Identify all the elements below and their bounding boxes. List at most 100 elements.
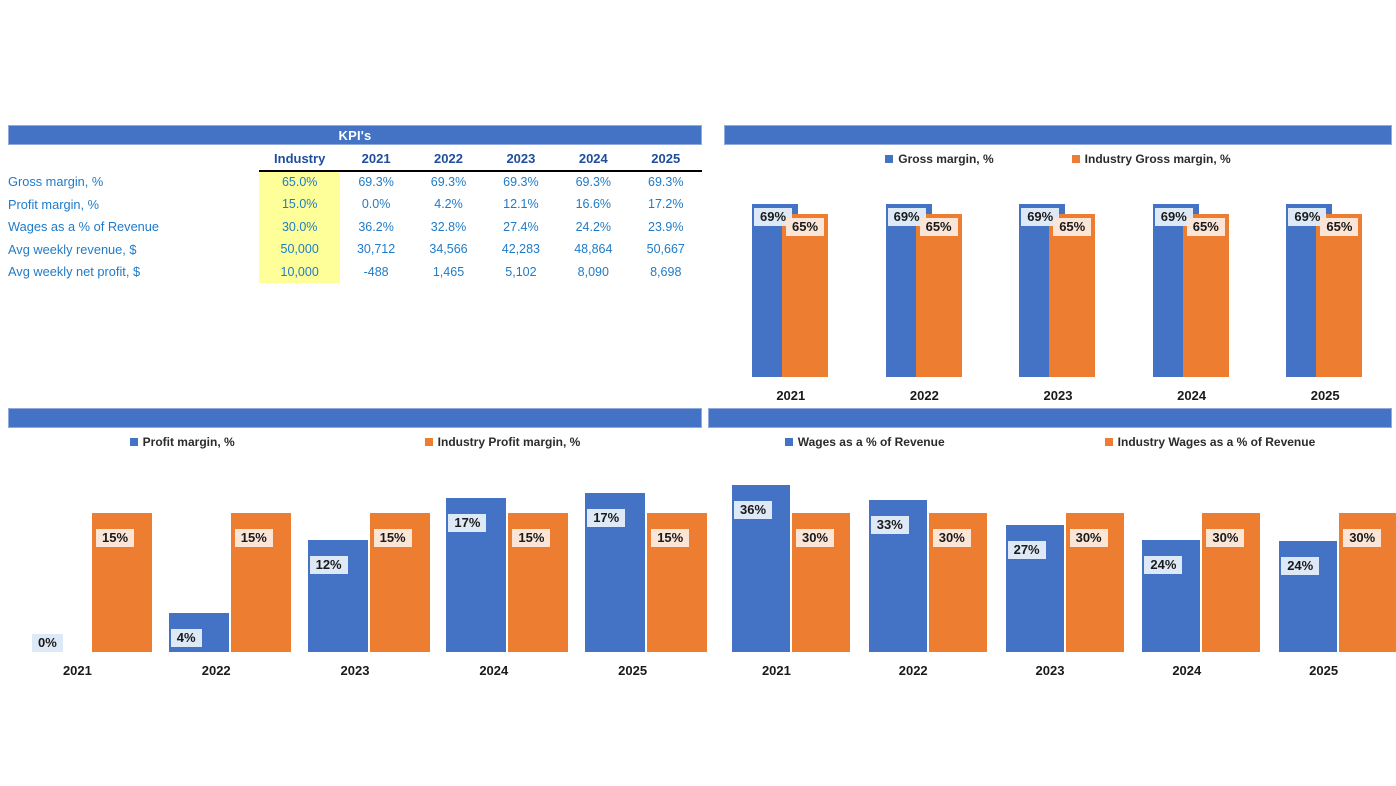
col-header-2021: 2021 [339, 148, 413, 172]
kpi-cell-2022: 1,465 [432, 264, 465, 279]
bar-series-orange[interactable] [1316, 214, 1363, 377]
legend-item-industry-profit-margin[interactable]: Industry Profit margin, % [424, 435, 580, 449]
data-label-orange: 30% [1206, 529, 1245, 547]
wages-plot-area: 36% 30% 2021 33% 30% 2022 27% 30% 2023 24% 30% 2024… [708, 453, 1396, 678]
bar-series-orange[interactable] [1049, 214, 1096, 377]
table-row: Profit margin, % 15.0% 0.0% 4.2% 12.1% 16.6% 1… [8, 193, 702, 216]
data-label-orange: 65% [919, 218, 958, 236]
kpi-cell-2024: 24.2% [575, 219, 612, 234]
legend-item-gross-margin[interactable]: Gross margin, % [885, 152, 994, 166]
kpi-row-label: Avg weekly revenue, $ [8, 241, 137, 257]
gross-margin-legend: Gross margin, % Industry Gross margin, % [724, 152, 1392, 166]
legend-label-wages: Wages as a % of Revenue [797, 435, 945, 449]
data-label-blue: 4% [170, 629, 202, 647]
wages-chart: Wages as a % of Revenue Industry Wages a… [708, 408, 1396, 678]
col-header-2025: 2025 [629, 148, 702, 172]
bar-group: 17% 15% [434, 467, 569, 652]
kpi-cell-2025: 23.9% [648, 219, 684, 234]
kpi-cell-2023: 12.1% [503, 197, 539, 212]
data-label-blue: 33% [870, 516, 909, 534]
kpi-cell-2022: 34,566 [429, 242, 468, 257]
legend-item-wages[interactable]: Wages as a % of Revenue [784, 435, 945, 449]
gross-margin-chart: Gross margin, % Industry Gross margin, %… [724, 125, 1392, 403]
data-label-blue: 0% [32, 634, 63, 652]
data-label-orange: 15% [373, 529, 412, 547]
kpi-cell-2025: 17.2% [648, 197, 684, 212]
legend-item-industry-wages[interactable]: Industry Wages as a % of Revenue [1104, 435, 1315, 449]
legend-label-industry-gross-margin: Industry Gross margin, % [1084, 152, 1231, 166]
data-label-orange: 30% [932, 529, 971, 547]
bar-group: 17% 15% [573, 467, 708, 652]
kpi-cell-2023: 69.3% [503, 175, 539, 190]
kpi-table-grid: Industry 2021 2022 2023 2024 2025 Gross … [8, 148, 702, 283]
table-row: Gross margin, % 65.0% 69.3% 69.3% 69.3% 69.3%… [8, 170, 702, 193]
x-axis-tick-label: 2021 [62, 663, 92, 678]
kpi-row-label: Profit margin, % [8, 196, 100, 212]
data-label-orange: 15% [234, 529, 273, 547]
data-label-blue: 36% [734, 501, 773, 519]
data-label-orange: 15% [96, 529, 135, 547]
x-axis-tick-label: 2023 [1043, 388, 1073, 403]
data-label-orange: 65% [1320, 218, 1359, 236]
data-label-orange: 15% [651, 529, 690, 547]
x-axis-tick-label: 2023 [340, 663, 370, 678]
data-label-blue: 24% [1144, 556, 1183, 574]
kpi-table-body: Gross margin, % 65.0% 69.3% 69.3% 69.3% 69.3%… [8, 170, 702, 283]
kpi-cell-2024: 48,864 [574, 242, 613, 257]
kpi-cell-2022: 69.3% [430, 175, 467, 190]
bar-series-orange[interactable] [782, 214, 828, 377]
legend-swatch-blue-icon [784, 438, 793, 446]
x-axis-tick-label: 2025 [1310, 388, 1340, 403]
bar-group: 69% 65% [1131, 177, 1253, 377]
table-row: Avg weekly revenue, $ 50,000 30,712 34,566 4… [8, 238, 702, 261]
bar-group: 4% 15% [157, 467, 291, 652]
col-header-2022: 2022 [412, 148, 485, 172]
profit-margin-legend: Profit margin, % Industry Profit margin,… [8, 435, 702, 449]
kpi-cell-2025: 69.3% [648, 175, 684, 190]
data-label-orange: 30% [796, 529, 835, 547]
kpi-table: Industry 2021 2022 2023 2024 2025 Gross … [8, 125, 702, 283]
x-axis-tick-label: 2022 [201, 663, 231, 678]
x-axis-tick-label: 2024 [1172, 663, 1202, 678]
legend-item-profit-margin[interactable]: Profit margin, % [129, 435, 235, 449]
kpi-cell-2024: 8,090 [577, 264, 609, 279]
bar-group: 69% 65% [864, 177, 986, 377]
dashboard-page: KPI's Industry 2021 2022 2023 2024 2025 … [0, 0, 1396, 786]
bar-series-orange[interactable] [1182, 214, 1229, 377]
kpi-cell-2023: 5,102 [505, 264, 537, 279]
legend-item-industry-gross-margin[interactable]: Industry Gross margin, % [1071, 152, 1231, 166]
bar-group: 27% 30% [992, 467, 1124, 652]
kpi-cell-2025: 8,698 [650, 264, 682, 279]
bar-group: 24% 30% [1128, 467, 1261, 652]
kpi-cell-2022: 32.8% [430, 219, 467, 234]
data-label-orange: 30% [1343, 529, 1382, 547]
data-label-orange: 65% [786, 218, 825, 236]
x-axis-tick-label: 2024 [1177, 388, 1207, 403]
x-axis-tick-label: 2025 [618, 663, 648, 678]
kpi-cell-2024: 16.6% [575, 197, 612, 212]
gross-margin-plot-area: 69% 65% 2021 69% 65% 2022 69% 65% 2023 69% 65% 2024… [724, 170, 1392, 403]
kpi-cell-industry: 15.0% [259, 193, 340, 216]
bar-series-orange[interactable] [915, 214, 962, 377]
data-label-blue: 17% [587, 509, 626, 527]
kpi-row-label: Wages as a % of Revenue [8, 219, 160, 235]
x-axis-tick-label: 2023 [1035, 663, 1065, 678]
kpi-cell-industry: 10,000 [259, 260, 340, 283]
table-row: Avg weekly net profit, $ 10,000 -488 1,465 5… [8, 260, 702, 283]
kpi-cell-2021: 30,712 [356, 242, 396, 257]
col-header-industry: Industry [259, 148, 340, 172]
legend-label-gross-margin: Gross margin, % [898, 152, 994, 166]
x-axis-tick-label: 2024 [479, 663, 509, 678]
bar-group: 69% 65% [730, 177, 852, 377]
legend-swatch-blue-icon [129, 438, 138, 446]
data-label-orange: 30% [1069, 529, 1108, 547]
data-label-blue: 27% [1007, 541, 1046, 559]
wages-legend: Wages as a % of Revenue Industry Wages a… [708, 435, 1392, 449]
table-row: Wages as a % of Revenue 30.0% 36.2% 32.8% 27… [8, 215, 702, 238]
col-header-blank [8, 148, 259, 171]
data-label-orange: 65% [1186, 218, 1225, 236]
bar-group: 36% 30% [718, 467, 850, 652]
x-axis-tick-label: 2022 [898, 663, 928, 678]
bar-group: 69% 65% [997, 177, 1119, 377]
bar-group: 12% 15% [296, 467, 430, 652]
